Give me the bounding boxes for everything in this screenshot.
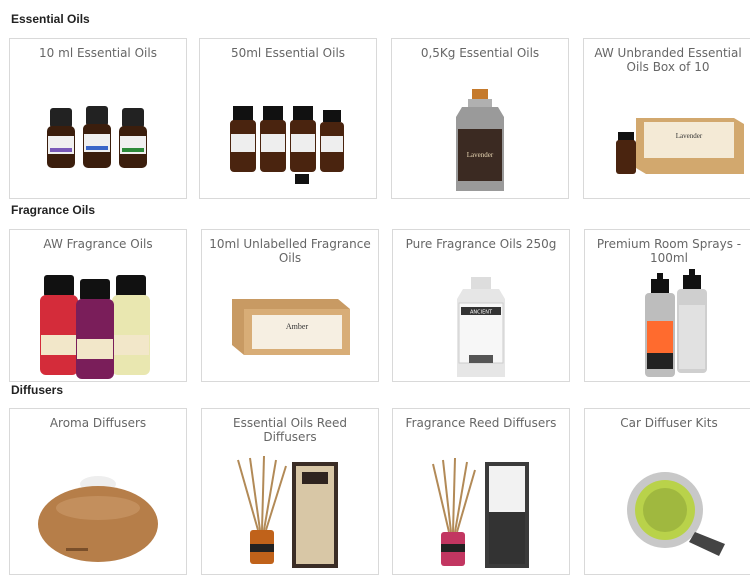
product-title[interactable]: 10ml Unlabelled Fragrance Oils — [206, 237, 374, 265]
product-title[interactable]: AW Unbranded Essential Oils Box of 10 — [588, 46, 748, 74]
product-card-50ml-essential-oils[interactable]: 50ml Essential Oils — [199, 38, 377, 199]
pink-reed-diffuser-icon — [393, 452, 569, 574]
section-title-essential-oils: Essential Oils — [11, 12, 90, 26]
cardboard-box-icon: Amber — [202, 269, 378, 381]
product-card-pure-fragrance-oils-250g[interactable]: Pure Fragrance Oils 250g ANCIENT — [392, 229, 570, 382]
spray-bottles-icon — [585, 269, 750, 381]
white-bottle-icon: ANCIENT — [393, 269, 569, 381]
wooden-diffuser-icon — [10, 456, 186, 574]
section-title-fragrance-oils: Fragrance Oils — [11, 203, 96, 217]
three-small-bottles-icon — [10, 88, 186, 198]
product-card-fragrance-reed-diffusers[interactable]: Fragrance Reed Diffusers — [392, 408, 570, 575]
product-title[interactable]: Pure Fragrance Oils 250g — [397, 237, 565, 251]
bottle-and-box-icon: Lavender — [584, 88, 750, 198]
product-title[interactable]: AW Fragrance Oils — [14, 237, 182, 251]
product-title[interactable]: 50ml Essential Oils — [204, 46, 372, 60]
product-title[interactable]: 10 ml Essential Oils — [14, 46, 182, 60]
product-title[interactable]: 0,5Kg Essential Oils — [396, 46, 564, 60]
ancient-brand-label: ANCIENT — [470, 310, 493, 316]
product-card-10ml-unlabelled-fragrance-oils[interactable]: 10ml Unlabelled Fragrance Oils Amber — [201, 229, 379, 382]
product-title[interactable]: Fragrance Reed Diffusers — [397, 416, 565, 430]
product-card-aw-fragrance-oils[interactable]: AW Fragrance Oils — [9, 229, 187, 382]
car-diffuser-icon — [585, 452, 750, 574]
reed-diffuser-icon — [202, 452, 378, 574]
product-card-05kg-essential-oils[interactable]: 0,5Kg Essential Oils Lavender — [391, 38, 569, 199]
product-title[interactable]: Premium Room Sprays - 100ml — [589, 237, 749, 265]
product-card-car-diffuser-kits[interactable]: Car Diffuser Kits — [584, 408, 750, 575]
lavender-box-label: Lavender — [676, 132, 703, 140]
four-amber-bottles-icon — [200, 88, 376, 198]
amber-label: Amber — [286, 322, 309, 331]
product-title[interactable]: Essential Oils Reed Diffusers — [206, 416, 374, 444]
lavender-label: Lavender — [467, 151, 494, 159]
product-card-10ml-essential-oils[interactable]: 10 ml Essential Oils — [9, 38, 187, 199]
product-card-essential-oils-reed-diffusers[interactable]: Essential Oils Reed Diffusers — [201, 408, 379, 575]
product-title[interactable]: Car Diffuser Kits — [589, 416, 749, 430]
product-card-aw-unbranded-essential-oils[interactable]: AW Unbranded Essential Oils Box of 10 La… — [583, 38, 750, 199]
product-title[interactable]: Aroma Diffusers — [14, 416, 182, 430]
colored-bottles-icon — [10, 269, 186, 381]
product-card-aroma-diffusers[interactable]: Aroma Diffusers — [9, 408, 187, 575]
tin-bottle-icon: Lavender — [392, 83, 568, 198]
product-card-premium-room-sprays[interactable]: Premium Room Sprays - 100ml — [584, 229, 750, 382]
section-title-diffusers: Diffusers — [11, 383, 64, 397]
